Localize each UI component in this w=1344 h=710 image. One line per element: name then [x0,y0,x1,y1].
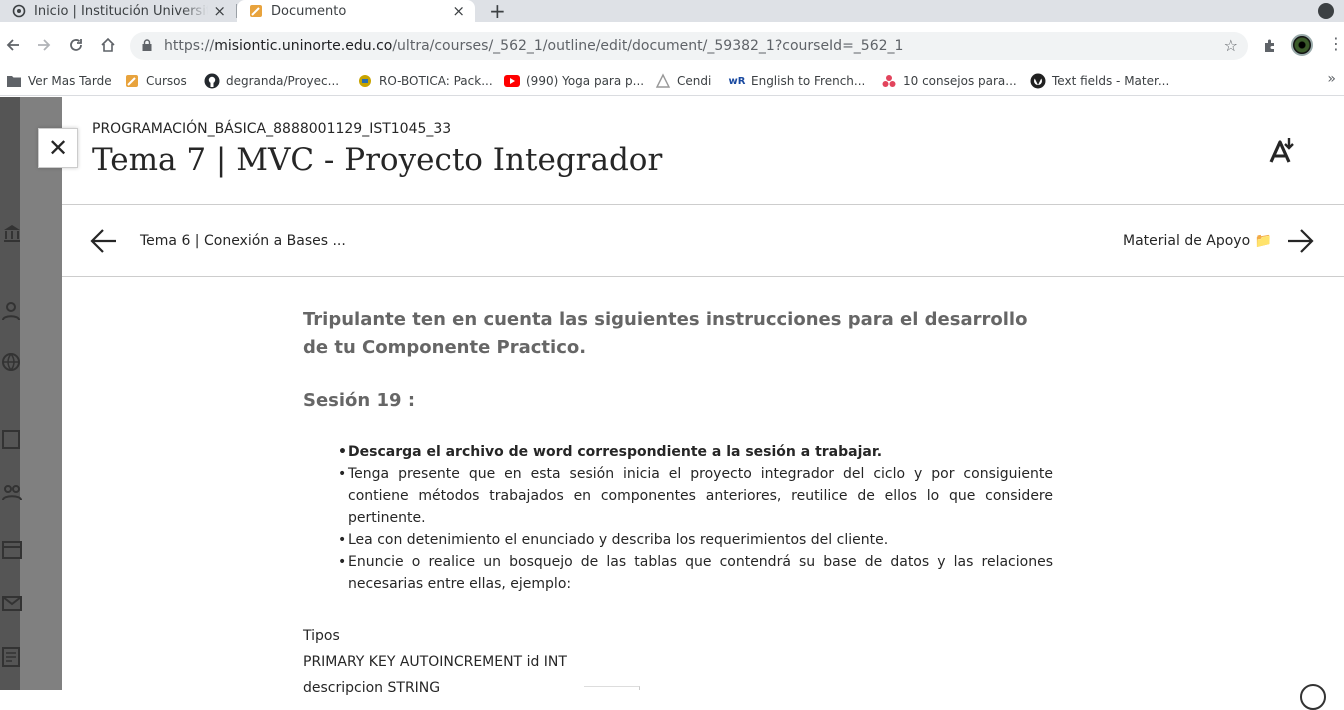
calendar-list-icon [2,429,20,454]
page-title: Tema 7 | MVC - Proyecto Integrador [92,142,663,178]
extensions-puzzle-icon[interactable] [1262,38,1278,58]
cendi-icon [655,73,671,89]
browser-toolbar: https://misiontic.uninorte.edu.co/ultra/… [0,22,1344,68]
person-icon [2,301,20,326]
profile-avatar[interactable] [1291,34,1313,56]
url-prefix: https:// [164,38,215,54]
bookmark-label: Cendi [677,74,712,88]
grades-icon [2,647,20,672]
bookmarks-overflow-button[interactable]: » [1327,71,1336,87]
text-line: descripcion STRING [303,680,441,696]
tab-title: Inicio | Institución Universitaria [34,3,208,19]
intro-heading: Tripulante ten en cuenta las siguientes … [303,309,1028,358]
previous-arrow-icon[interactable] [90,228,118,254]
close-panel-button[interactable]: ✕ [38,128,78,168]
lock-icon[interactable] [142,38,154,54]
kebab-menu-icon[interactable]: ⋮ [1328,35,1344,53]
url-path: /ultra/courses/_562_1/outline/edit/docum… [392,38,904,54]
help-circle-icon[interactable] [1300,684,1326,710]
reload-icon[interactable] [65,34,87,56]
pencil-doc-icon [124,73,140,89]
bookmark-label: Text fields - Mater... [1052,74,1170,88]
wordref-icon: wR [728,75,746,87]
embedded-image-edge [584,686,640,690]
new-tab-button[interactable]: + [489,1,506,21]
bookmark-text-fields[interactable]: Text fields - Mater... [1030,71,1169,91]
bookmark-ver-mas-tarde[interactable]: Ver Mas Tarde [6,71,112,91]
ally-accessibility-icon[interactable] [1268,136,1298,166]
ring-icon [12,4,26,18]
previous-item-link[interactable]: Tema 6 | Conexión a Bases ... [140,233,346,249]
url-domain: misiontic.uninorte.edu.co [214,38,393,54]
robot-icon [357,73,373,89]
bookmark-label: degranda/Proyec... [226,74,340,88]
bookmark-label: 10 consejos para... [903,74,1017,88]
close-icon: ✕ [47,134,69,162]
background-content-strip [20,97,62,690]
bookmarks-bar: Ver Mas Tarde Cursos degranda/Proyec... … [0,66,1344,96]
bookmark-yoga[interactable]: (990) Yoga para p... [504,71,644,91]
bookmark-robotica[interactable]: RO-BOTICA: Pack... [357,71,493,91]
tab-close-icon[interactable]: × [452,3,465,19]
nav-divider [62,276,1344,277]
list-item: Enuncie o realice un bosquejo de las tab… [338,551,1053,595]
tab-strip: Inicio | Institución Universitaria × Doc… [0,0,1344,22]
bookmark-degranda[interactable]: degranda/Proyec... [204,71,339,91]
text-line: Tipos [303,628,340,644]
bookmark-label: RO-BOTICA: Pack... [379,74,493,88]
group-icon [2,483,22,508]
institution-icon [2,223,22,248]
home-icon[interactable] [97,34,119,56]
back-arrow-icon[interactable] [2,34,24,56]
calendar-icon [2,539,22,564]
tab-inicio[interactable]: Inicio | Institución Universitaria × [0,0,236,22]
session-heading: Sesión 19 : [303,390,416,411]
list-item: Lea con detenimiento el enunciado y desc… [338,529,1053,551]
chrome-profile-icon[interactable] [1318,3,1334,19]
tab-documento[interactable]: Documento × [237,0,475,22]
list-item: Tenga presente que en esta sesión inicia… [338,463,1053,529]
bookmark-cendi[interactable]: Cendi [655,71,711,91]
address-bar[interactable]: https://misiontic.uninorte.edu.co/ultra/… [130,32,1248,60]
instructions-list: Descarga el archivo de word correspondie… [338,441,1053,595]
bookmark-label: Cursos [146,74,187,88]
header-divider [62,204,1344,205]
youtube-icon [504,73,520,89]
bookmark-label: English to French... [751,74,866,88]
pencil-doc-icon [249,4,263,18]
next-arrow-icon[interactable] [1286,228,1314,254]
folder-icon [6,73,22,89]
bookmark-english-french[interactable]: wR English to French... [728,71,866,91]
material-icon [1030,73,1046,89]
bookmark-cursos[interactable]: Cursos [124,71,187,91]
tab-close-icon[interactable]: × [213,3,226,19]
bookmark-label: Ver Mas Tarde [28,74,112,88]
course-code: PROGRAMACIÓN_BÁSICA_8888001129_IST1045_3… [92,121,452,137]
tab-title: Documento [271,3,347,19]
dots-icon [881,73,897,89]
bookmark-label: (990) Yoga para p... [526,74,645,88]
forward-arrow-icon[interactable] [33,34,55,56]
list-item: Descarga el archivo de word correspondie… [338,441,1053,463]
document-content: Tripulante ten en cuenta las siguientes … [303,306,1053,701]
text-line: PRIMARY KEY AUTOINCREMENT id INT [303,654,567,670]
bookmark-star-icon[interactable]: ☆ [1224,36,1238,55]
next-item-link[interactable]: Material de Apoyo 📁 [1123,233,1272,249]
mail-icon [2,593,22,618]
globe-icon [2,353,20,376]
bookmark-10-consejos[interactable]: 10 consejos para... [881,71,1017,91]
github-icon [204,73,220,89]
